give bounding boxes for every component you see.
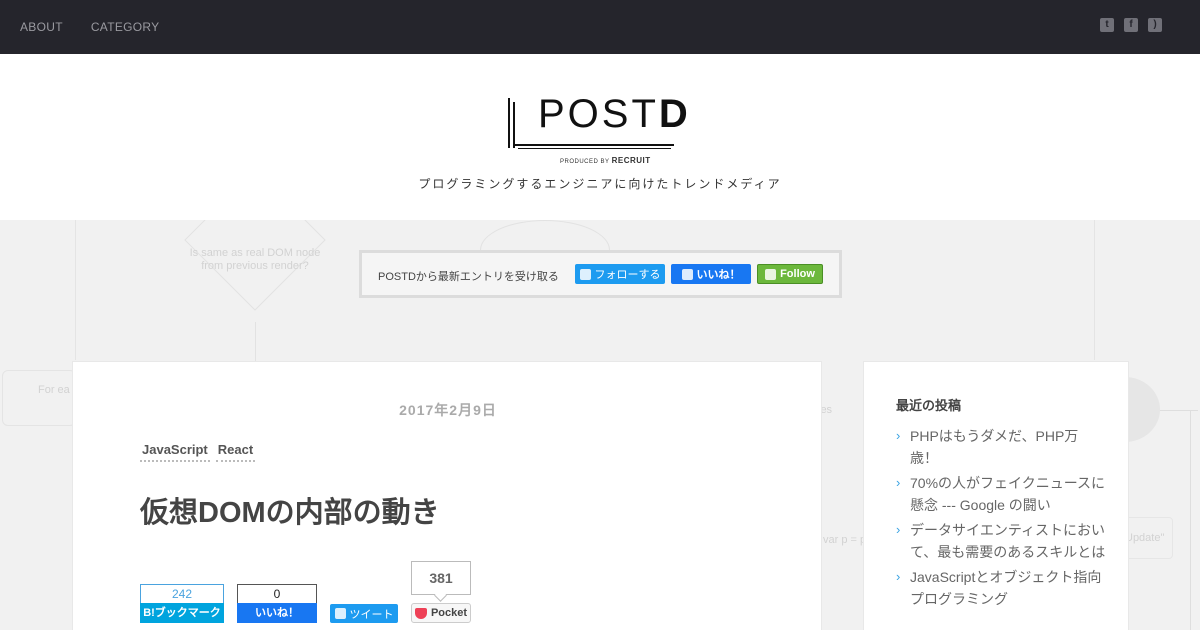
top-navigation-bar: ABOUT CATEGORY t f ): [0, 0, 1200, 54]
facebook-like-button[interactable]: いいね！: [671, 264, 751, 284]
rss-icon[interactable]: ): [1148, 18, 1162, 32]
diagram-decision-text: Is same as real DOM node from previous r…: [189, 247, 321, 272]
pocket-icon: [414, 607, 427, 619]
article-tags: JavaScript React: [140, 442, 256, 462]
recent-posts-list: PHPはもうダメだ、PHP万歳！ 70%の人がフェイクニュースに懸念 --- G…: [896, 425, 1106, 613]
tag-react[interactable]: React: [215, 442, 256, 462]
top-nav: ABOUT CATEGORY: [20, 20, 159, 34]
diagram-text: For ea i: [38, 384, 76, 396]
logo-bar: [508, 98, 510, 148]
recent-post-link[interactable]: PHPはもうダメだ、PHP万歳！: [896, 425, 1106, 469]
facebook-share-button[interactable]: 0 いいね！: [237, 584, 317, 623]
site-logo[interactable]: POSTD PRODUCED BY RECRUIT: [508, 92, 698, 167]
twitter-icon: [334, 608, 346, 619]
facebook-icon[interactable]: f: [1124, 18, 1138, 32]
recent-post-link[interactable]: JavaScriptとオブジェクト指向プログラミング: [896, 566, 1106, 610]
logo-bar: [513, 102, 515, 148]
sidebar-recent-posts: 最近の投稿 PHPはもうダメだ、PHP万歳！ 70%の人がフェイクニュースに懸念…: [863, 361, 1129, 630]
feedly-icon: [765, 268, 777, 280]
logo-line: [518, 148, 671, 149]
social-links: t f ): [1100, 18, 1162, 32]
logo-line: [513, 144, 674, 146]
share-buttons: 242 B!ブックマーク 0 いいね！ ツイート 381 Pocket: [140, 560, 480, 630]
pocket-button[interactable]: 381 Pocket: [411, 561, 471, 623]
article-title: 仮想DOMの内部の動き: [140, 497, 440, 529]
tweet-label: ツイート: [349, 608, 394, 621]
tweet-button[interactable]: ツイート: [330, 604, 398, 623]
diagram-connector: [1160, 410, 1198, 411]
facebook-count: 0: [237, 584, 317, 603]
nav-about-link[interactable]: ABOUT: [20, 20, 63, 34]
diagram-box: [2, 370, 76, 426]
pocket-count: 381: [411, 561, 471, 595]
twitter-follow-label: フォローする: [594, 269, 661, 281]
twitter-icon[interactable]: t: [1100, 18, 1114, 32]
pocket-label-wrap: Pocket: [411, 603, 471, 623]
site-header: POSTD PRODUCED BY RECRUIT プログラミングするエンジニア…: [0, 54, 1200, 220]
tag-javascript[interactable]: JavaScript: [140, 442, 210, 462]
feedly-follow-label: Follow: [780, 268, 815, 280]
twitter-follow-button[interactable]: フォローする: [575, 264, 665, 284]
twitter-icon: [579, 268, 591, 280]
hatena-count: 242: [140, 584, 224, 603]
recent-post-link[interactable]: 70%の人がフェイクニュースに懸念 --- Google の闘い: [896, 472, 1106, 516]
feedly-follow-button[interactable]: Follow: [757, 264, 823, 284]
facebook-like-label: いいね！: [696, 269, 741, 281]
nav-category-link[interactable]: CATEGORY: [91, 20, 160, 34]
diagram-connector: [1190, 410, 1191, 630]
pocket-label: Pocket: [430, 607, 468, 619]
site-tagline: プログラミングするエンジニアに向けたトレンドメディア: [418, 177, 782, 191]
follow-box: POSTDから最新エントリを受け取る フォローする いいね！ Follow: [359, 250, 842, 298]
article-date: 2017年2月9日: [399, 402, 497, 418]
logo-wordmark: POSTD: [538, 92, 691, 136]
sidebar-title: 最近の投稿: [896, 398, 962, 413]
recent-post-link[interactable]: データサイエンティストにおいて、最も需要のあるスキルとは: [896, 519, 1106, 563]
hatena-label: B!ブックマーク: [140, 603, 224, 623]
logo-produced-by: PRODUCED BY RECRUIT: [560, 156, 651, 165]
diagram-connector: [255, 322, 256, 362]
thumbs-up-icon: [681, 268, 693, 280]
follow-text: POSTDから最新エントリを受け取る: [378, 271, 559, 283]
facebook-share-label: いいね！: [237, 603, 317, 623]
article-card: 2017年2月9日 JavaScript React 仮想DOMの内部の動き 2…: [72, 361, 822, 630]
hatena-bookmark-button[interactable]: 242 B!ブックマーク: [140, 584, 224, 623]
diagram-text: Update": [1125, 532, 1165, 544]
